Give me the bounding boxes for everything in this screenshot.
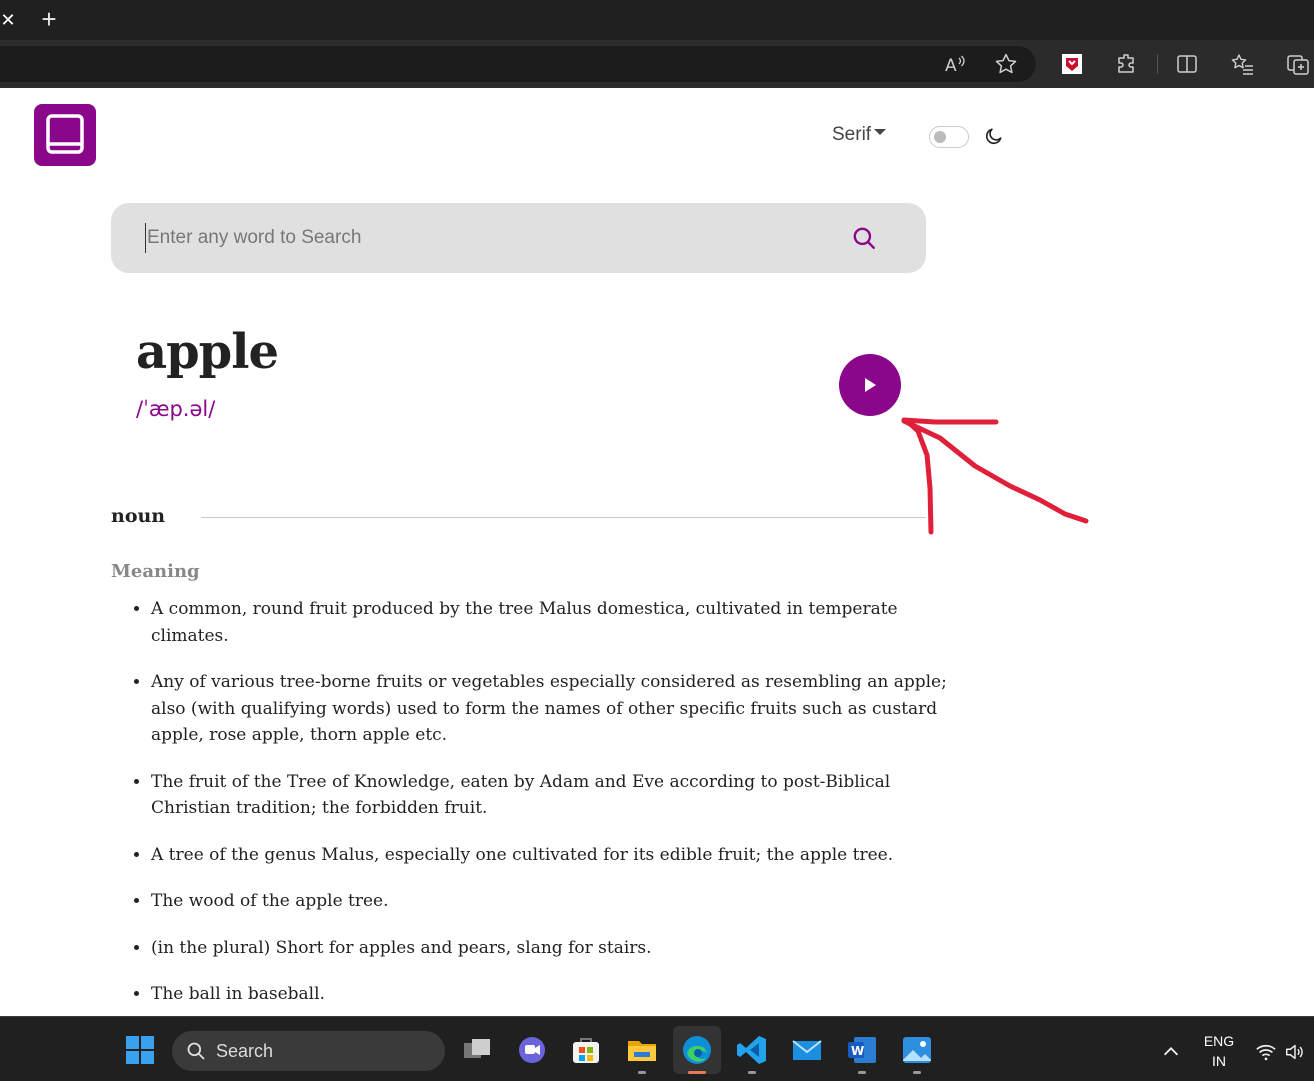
font-family-label: Serif [832,124,872,145]
dictionary-page: Serif apple /ˈæp.əl/ noun Meaning A comm… [0,88,1314,1016]
definition-item: A tree of the genus Malus, especially on… [151,842,951,869]
wifi-icon[interactable] [1255,1041,1277,1063]
search-icon[interactable] [851,225,877,251]
definition-item: Any of various tree-borne fruits or vege… [151,669,951,749]
svg-text:W: W [851,1044,864,1058]
teams-chat-icon[interactable] [516,1034,548,1066]
search-input[interactable] [145,223,827,253]
definition-list: A common, round fruit produced by the tr… [111,596,951,1028]
region-code: IN [1212,1053,1226,1069]
vscode-icon[interactable] [736,1034,768,1066]
chevron-up-icon[interactable] [1160,1041,1182,1063]
read-aloud-icon[interactable]: A [944,52,968,76]
windows-start-icon[interactable] [124,1034,156,1066]
running-indicator [858,1071,866,1074]
active-indicator [688,1071,706,1074]
new-tab-button[interactable]: + [36,6,62,32]
extensions-icon[interactable] [1115,52,1139,76]
windows-taskbar: Search W ENG IN [0,1016,1314,1081]
input-language[interactable]: ENG IN [1198,1031,1240,1071]
part-of-speech: noun [111,505,166,527]
definition-item: The ball in baseball. [151,981,951,1008]
meaning-heading: Meaning [111,561,200,582]
browser-tab-bar: ✕ + [0,0,1314,40]
toggle-knob [934,131,946,143]
running-indicator [913,1071,921,1074]
task-view-icon[interactable] [461,1034,493,1066]
taskbar-search[interactable]: Search [172,1031,445,1071]
font-family-dropdown[interactable]: Serif [832,124,887,146]
play-pronunciation-button[interactable] [839,354,901,416]
close-tab-icon[interactable]: ✕ [0,9,16,31]
search-icon [187,1042,205,1060]
edge-browser-icon[interactable] [681,1034,713,1066]
entry-word: apple [136,324,279,380]
split-screen-icon[interactable] [1175,52,1199,76]
toolbar-separator [1157,54,1158,74]
running-indicator [748,1071,756,1074]
book-logo-icon[interactable] [34,104,96,166]
word-icon[interactable]: W [846,1034,878,1066]
moon-icon [985,128,1002,145]
section-divider [201,517,926,518]
definition-item: A common, round fruit produced by the tr… [151,596,951,649]
collections-icon[interactable] [1286,52,1310,76]
search-bar [111,203,926,273]
play-icon [865,378,876,392]
svg-text:A: A [945,56,957,76]
volume-icon[interactable] [1284,1041,1306,1063]
favorite-star-icon[interactable] [994,52,1018,76]
definition-item: (in the plural) Short for apples and pea… [151,935,951,962]
running-indicator [638,1071,646,1074]
entry-phonetic: /ˈæp.əl/ [136,397,216,421]
mail-icon[interactable] [791,1034,823,1066]
url-field[interactable] [0,46,1036,82]
microsoft-store-icon[interactable] [570,1034,602,1066]
definition-item: The fruit of the Tree of Knowledge, eate… [151,769,951,822]
extension-badge-icon[interactable] [1060,52,1084,76]
language-code: ENG [1203,1033,1235,1049]
favorites-list-icon[interactable] [1231,52,1255,76]
caret-down-icon [874,128,887,135]
taskbar-search-label: Search [216,1041,274,1061]
definition-item: The wood of the apple tree. [151,888,951,915]
file-explorer-icon[interactable] [626,1034,658,1066]
photos-icon[interactable] [901,1034,933,1066]
dark-mode-toggle[interactable] [929,126,969,148]
